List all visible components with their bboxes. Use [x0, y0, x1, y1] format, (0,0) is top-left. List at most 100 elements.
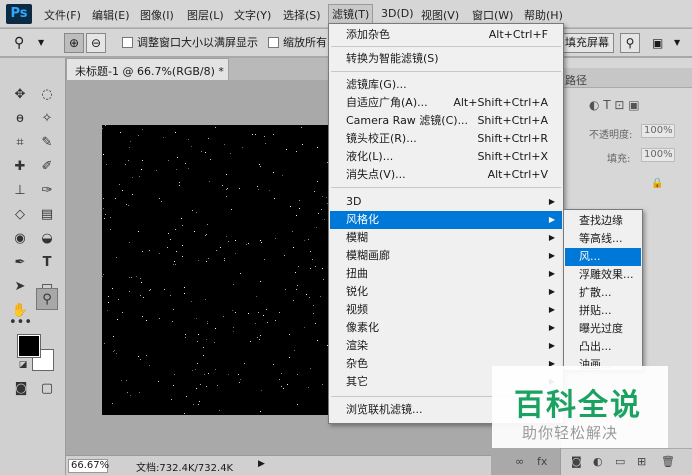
submenu-item-tiles[interactable]: 拼贴... — [565, 302, 641, 320]
menu-item-camera-raw[interactable]: Camera Raw 滤镜(C)... Shift+Ctrl+A — [330, 112, 562, 130]
submenu-item-find-edges[interactable]: 查找边缘 — [565, 212, 641, 230]
noise-speckle — [210, 159, 211, 160]
document-tab[interactable]: 未标题-1 @ 66.7%(RGB/8) * × — [66, 58, 243, 80]
submenu-item-diffuse[interactable]: 扩散... — [565, 284, 641, 302]
crop-tool-icon[interactable]: ⌗ — [9, 132, 31, 154]
menu-item-distort[interactable]: 扭曲 ▶ — [330, 265, 562, 283]
link-layers-icon[interactable]: ∞ — [515, 455, 524, 468]
chevron-down-icon[interactable]: ▼ — [38, 35, 44, 51]
quick-mask-icon[interactable]: ◙ — [10, 378, 32, 400]
zoom-in-button[interactable]: ⊕ — [64, 33, 84, 53]
resize-window-option[interactable]: 调整窗口大小以满屏显示 — [122, 35, 258, 51]
magic-wand-tool-icon[interactable]: ✧ — [36, 108, 58, 130]
noise-speckle — [170, 239, 171, 240]
noise-speckle — [259, 164, 260, 165]
menu-item-pixelate[interactable]: 像素化 ▶ — [330, 319, 562, 337]
menu-view[interactable]: 视图(V) — [421, 7, 459, 23]
status-menu-arrow-icon[interactable]: ▶ — [258, 459, 265, 469]
menu-item-vanishing-point[interactable]: 消失点(V)... Alt+Ctrl+V — [330, 166, 562, 184]
gradient-tool-icon[interactable]: ▤ — [36, 204, 58, 226]
submenu-item-wind[interactable]: 风... — [565, 248, 641, 266]
workspace-icon[interactable]: ▣ — [652, 35, 663, 51]
screen-mode-icon[interactable]: ▢ — [36, 378, 58, 400]
opacity-field[interactable]: 100% — [641, 124, 675, 138]
healing-brush-tool-icon[interactable]: ✚ — [9, 156, 31, 178]
menu-item-3d[interactable]: 3D ▶ — [330, 193, 562, 211]
menu-item-convert-smart-filter[interactable]: 转换为智能滤镜(S) — [330, 50, 562, 68]
menu-select[interactable]: 选择(S) — [283, 7, 321, 23]
submenu-item-trace-contour[interactable]: 等高线... — [565, 230, 641, 248]
noise-speckle — [132, 177, 133, 178]
zoom-all-label: 缩放所有 — [283, 36, 327, 49]
zoom-out-button[interactable]: ⊖ — [86, 33, 106, 53]
noise-speckle — [248, 313, 249, 314]
adjustment-layer-icon[interactable]: ◐ — [593, 455, 603, 468]
fill-screen-button[interactable]: 填充屏幕 — [560, 33, 614, 53]
noise-speckle — [159, 253, 160, 254]
menu-item-liquify[interactable]: 液化(L)... Shift+Ctrl+X — [330, 148, 562, 166]
history-brush-tool-icon[interactable]: ✑ — [36, 180, 58, 202]
noise-speckle — [103, 274, 104, 275]
zoom-tool-icon[interactable]: ⚲ — [14, 35, 24, 51]
noise-speckle — [239, 188, 240, 189]
zoom-all-option[interactable]: 缩放所有 — [268, 35, 327, 51]
fill-field[interactable]: 100% — [641, 148, 675, 162]
clone-stamp-tool-icon[interactable]: ⊥ — [9, 180, 31, 202]
move-tool-icon[interactable]: ✥ — [9, 84, 31, 106]
menu-item-adaptive-wide-angle[interactable]: 自适应广角(A)... Alt+Shift+Ctrl+A — [330, 94, 562, 112]
submenu-item-extrude[interactable]: 凸出... — [565, 338, 641, 356]
zoom-all-checkbox[interactable] — [268, 37, 279, 48]
menu-item-render[interactable]: 渲染 ▶ — [330, 337, 562, 355]
foreground-color-swatch[interactable] — [17, 334, 41, 358]
menu-item-video[interactable]: 视频 ▶ — [330, 301, 562, 319]
menu-file[interactable]: 文件(F) — [44, 7, 81, 23]
menu-item-add-noise[interactable]: 添加杂色 Alt+Ctrl+F — [330, 26, 562, 44]
brush-tool-icon[interactable]: ✐ — [36, 156, 58, 178]
blur-tool-icon[interactable]: ◉ — [9, 228, 31, 250]
menu-window[interactable]: 窗口(W) — [472, 7, 513, 23]
noise-speckle — [198, 334, 199, 335]
layer-mask-icon[interactable]: ◙ — [571, 455, 582, 468]
fx-icon[interactable]: fx — [537, 455, 547, 468]
menu-item-blur[interactable]: 模糊 ▶ — [330, 229, 562, 247]
resize-window-checkbox[interactable] — [122, 37, 133, 48]
noise-speckle — [206, 339, 207, 340]
panel-tab-paths[interactable]: 路径 — [565, 72, 587, 88]
marquee-tool-icon[interactable]: ◌ — [36, 84, 58, 106]
submenu-item-solarize[interactable]: 曝光过度 — [565, 320, 641, 338]
menu-item-sharpen[interactable]: 锐化 ▶ — [330, 283, 562, 301]
noise-speckle — [184, 413, 185, 414]
lasso-tool-icon[interactable]: ɵ — [9, 108, 31, 130]
chevron-down-icon[interactable]: ▼ — [674, 35, 680, 51]
pen-tool-icon[interactable]: ✒ — [9, 252, 31, 274]
eraser-tool-icon[interactable]: ◇ — [9, 204, 31, 226]
default-colors-icon[interactable]: ◪ — [12, 354, 34, 376]
menu-layer[interactable]: 图层(L) — [187, 7, 224, 23]
zoom-tool-icon[interactable]: ⚲ — [36, 288, 58, 310]
menu-filter[interactable]: 滤镜(T) — [328, 4, 374, 24]
menu-help[interactable]: 帮助(H) — [524, 7, 563, 23]
filter-icons[interactable]: ◐ T ⊡ ▣ — [589, 98, 640, 112]
submenu-item-emboss[interactable]: 浮雕效果... — [565, 266, 641, 284]
menu-edit[interactable]: 编辑(E) — [92, 7, 130, 23]
menu-item-lens-correction[interactable]: 镜头校正(R)... Shift+Ctrl+R — [330, 130, 562, 148]
more-tools-icon[interactable]: ••• — [9, 312, 32, 334]
new-layer-icon[interactable]: ⊞ — [637, 455, 646, 468]
menu-type[interactable]: 文字(Y) — [234, 7, 271, 23]
noise-speckle — [128, 160, 129, 161]
delete-layer-icon[interactable]: 🗑 — [661, 455, 675, 468]
noise-speckle — [106, 164, 107, 165]
menu-item-filter-gallery[interactable]: 滤镜库(G)... — [330, 76, 562, 94]
menu-image[interactable]: 图像(I) — [140, 7, 174, 23]
menu-3d[interactable]: 3D(D) — [381, 7, 414, 20]
path-selection-tool-icon[interactable]: ➤ — [9, 276, 31, 298]
eyedropper-tool-icon[interactable]: ✎ — [36, 132, 58, 154]
menu-item-blur-gallery[interactable]: 模糊画廊 ▶ — [330, 247, 562, 265]
menu-item-stylize[interactable]: 风格化 ▶ — [330, 211, 562, 229]
new-group-icon[interactable]: ▭ — [615, 455, 625, 468]
noise-speckle — [203, 347, 204, 348]
type-tool-icon[interactable]: T — [36, 252, 58, 274]
zoom-level-field[interactable]: 66.67% — [68, 459, 109, 473]
search-button[interactable]: ⚲ — [620, 33, 640, 53]
dodge-tool-icon[interactable]: ◒ — [36, 228, 58, 250]
